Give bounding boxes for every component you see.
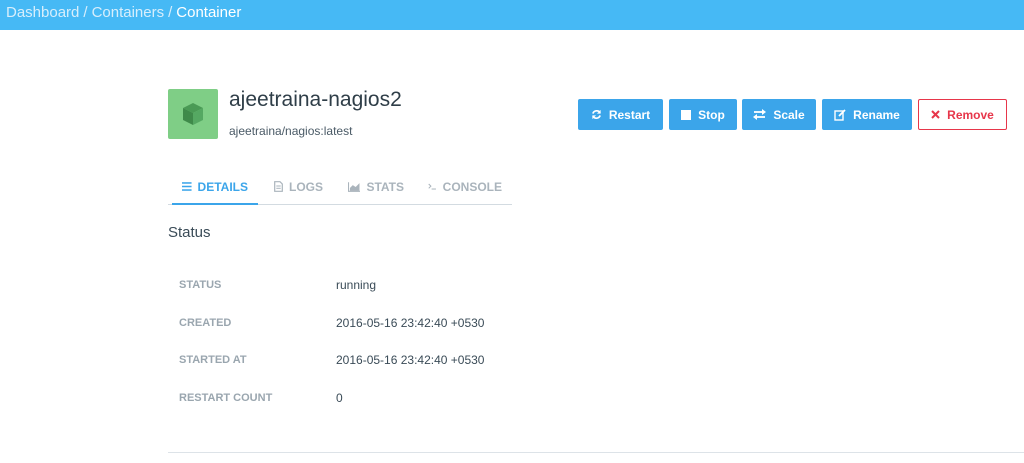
tab-bar: DETAILS LOGS STATS CONSOLE [168, 170, 512, 205]
restart-count-row: RESTART COUNT 0 [179, 391, 679, 412]
started-at-label: STARTED AT [179, 354, 247, 366]
restart-label: Restart [608, 107, 651, 122]
tab-logs-label: LOGS [289, 179, 324, 194]
close-icon [931, 110, 940, 119]
remove-button[interactable]: Remove [918, 99, 1007, 130]
stop-button[interactable]: Stop [669, 99, 737, 130]
status-row: STATUS running [179, 278, 679, 299]
started-at-row: STARTED AT 2016-05-16 23:42:40 +0530 [179, 353, 679, 374]
restart-count-label: RESTART COUNT [179, 392, 273, 404]
rename-button[interactable]: Rename [822, 99, 912, 130]
terminal-icon [428, 183, 436, 190]
stop-icon [681, 109, 692, 120]
created-row: CREATED 2016-05-16 23:42:40 +0530 [179, 316, 679, 337]
created-label: CREATED [179, 317, 232, 329]
breadcrumb: Dashboard / Containers / Container [6, 0, 241, 26]
tab-details[interactable]: DETAILS [172, 170, 258, 205]
rename-label: Rename [853, 107, 900, 122]
started-at-value: 2016-05-16 23:42:40 +0530 [336, 353, 485, 367]
tab-stats-label: STATS [366, 179, 404, 194]
tab-console[interactable]: CONSOLE [418, 170, 512, 203]
edit-icon [834, 108, 846, 121]
scale-button[interactable]: Scale [742, 99, 816, 130]
refresh-icon [591, 109, 601, 120]
status-section-title: Status [168, 224, 211, 241]
status-label: STATUS [179, 279, 222, 291]
breadcrumb-separator: / [168, 4, 173, 21]
scale-label: Scale [773, 107, 805, 122]
restart-count-value: 0 [336, 391, 343, 405]
area-chart-icon [348, 181, 361, 192]
top-bar: Dashboard / Containers / Container [0, 0, 1024, 30]
breadcrumb-dashboard[interactable]: Dashboard [6, 4, 79, 21]
restart-button[interactable]: Restart [578, 99, 663, 130]
container-image: ajeetraina/nagios:latest [229, 124, 353, 138]
tab-details-label: DETAILS [197, 179, 248, 194]
tab-logs[interactable]: LOGS [264, 170, 334, 203]
tab-console-label: CONSOLE [442, 179, 502, 194]
divider [168, 452, 1024, 453]
status-value: running [336, 278, 377, 292]
breadcrumb-separator: / [83, 4, 88, 21]
tab-stats[interactable]: STATS [338, 170, 414, 203]
container-icon-tile [168, 89, 218, 139]
breadcrumb-containers[interactable]: Containers [92, 4, 165, 21]
breadcrumb-current: Container [176, 4, 242, 21]
exchange-icon [753, 109, 767, 120]
created-value: 2016-05-16 23:42:40 +0530 [336, 316, 485, 330]
list-icon [182, 182, 192, 191]
cube-icon [183, 103, 203, 125]
file-icon [274, 181, 283, 192]
stop-label: Stop [698, 107, 725, 122]
remove-label: Remove [947, 107, 994, 122]
container-name: ajeetraina-nagios2 [229, 88, 402, 111]
